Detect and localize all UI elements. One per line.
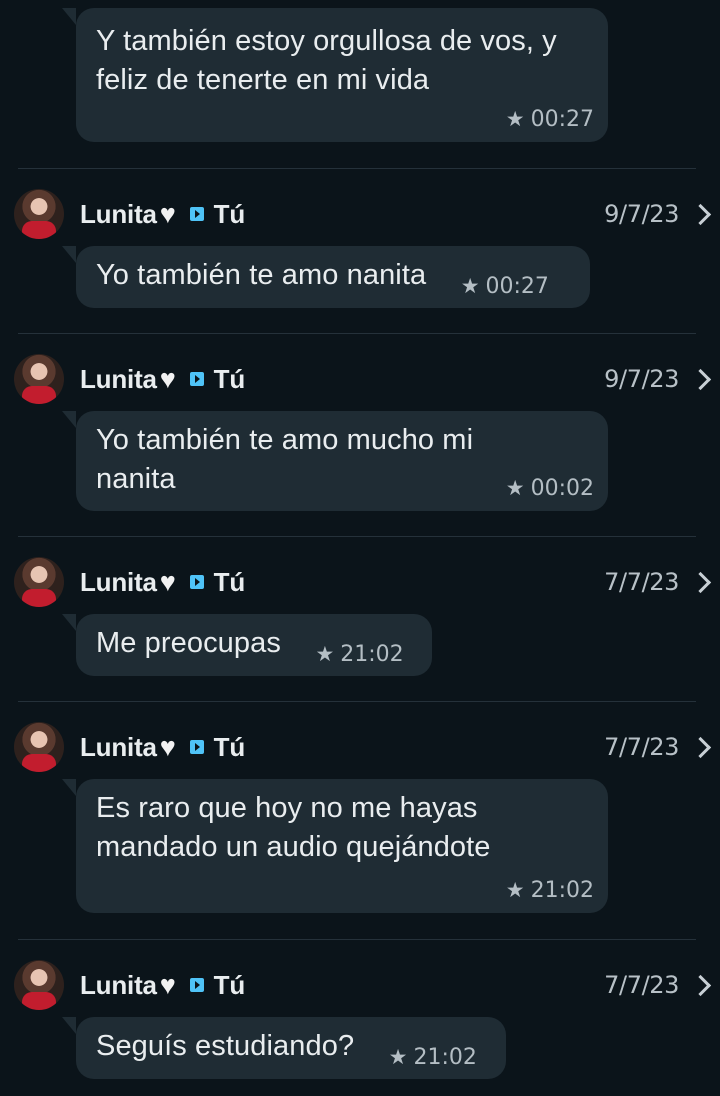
chevron-right-icon[interactable] [689,974,712,996]
white-heart-icon: ♥ [159,363,176,394]
message-bubble[interactable]: Yo también te amo mucho mi nanita ★ 00:0… [62,411,608,511]
message-header[interactable]: Lunita ♥ Tú 7/7/23 [14,719,712,775]
message-text: Yo también te amo mucho mi nanita [96,424,474,495]
recipient-name: Tú [213,363,246,394]
message-bubble[interactable]: Yo también te amo nanita ★ 00:27 [62,246,590,308]
message-header[interactable]: Lunita ♥ Tú 7/7/23 [14,554,712,610]
chevron-right-icon[interactable] [689,203,712,225]
message-text: Seguís estudiando? [96,1030,355,1062]
sender-group: Lunita ♥ Tú [80,970,245,1001]
message-header[interactable]: Lunita ♥ Tú 7/7/23 [14,957,712,1013]
message-date: 7/7/23 [604,971,679,999]
message-date: 7/7/23 [604,568,679,596]
divider [18,701,696,702]
star-icon: ★ [460,274,480,298]
message-text: Yo también te amo nanita [96,259,427,291]
avatar[interactable] [14,557,64,607]
message-time: 21:02 [530,878,594,903]
star-icon: ★ [505,476,525,500]
star-icon: ★ [505,878,525,902]
message-bubble[interactable]: Me preocupas ★ 21:02 [62,614,432,676]
sender-group: Lunita ♥ Tú [80,364,245,395]
message-time: 00:27 [485,274,549,299]
message-text: Me preocupas [96,627,281,659]
avatar[interactable] [14,354,64,404]
message-bubble[interactable]: Y también estoy orgullosa de vos, y feli… [62,8,608,142]
sender-name: Lunita [80,363,157,394]
white-heart-icon: ♥ [159,566,176,597]
forward-arrow-icon [189,978,204,992]
message-meta: ★ 21:02 [389,1045,477,1070]
message-header[interactable]: Lunita ♥ Tú 9/7/23 [14,186,712,242]
message-date: 9/7/23 [604,365,679,393]
message-text: Y también estoy orgullosa de vos, y feli… [96,25,557,96]
message-bubble[interactable]: Seguís estudiando? ★ 21:02 [62,1017,506,1079]
sender-name: Lunita [80,969,157,1000]
chevron-right-icon[interactable] [689,571,712,593]
message-time: 00:02 [530,476,594,501]
message-meta: ★ 00:27 [506,107,594,132]
forward-arrow-icon [189,575,204,589]
divider [18,939,696,940]
star-icon: ★ [505,107,525,131]
message-meta: ★ 21:02 [506,878,594,903]
sender-name: Lunita [80,731,157,762]
forward-arrow-icon [189,207,204,221]
forward-arrow-icon [189,740,204,754]
avatar[interactable] [14,960,64,1010]
recipient-name: Tú [213,566,246,597]
message-date: 7/7/23 [604,733,679,761]
sender-name: Lunita [80,566,157,597]
message-meta: ★ 00:02 [506,476,594,501]
message-date: 9/7/23 [604,200,679,228]
star-icon: ★ [388,1045,408,1069]
recipient-name: Tú [213,969,246,1000]
sender-group: Lunita ♥ Tú [80,567,245,598]
white-heart-icon: ♥ [159,969,176,1000]
recipient-name: Tú [213,198,246,229]
message-meta: ★ 00:27 [461,274,549,299]
sender-group: Lunita ♥ Tú [80,732,245,763]
sender-group: Lunita ♥ Tú [80,199,245,230]
avatar[interactable] [14,722,64,772]
forward-arrow-icon [189,372,204,386]
message-time: 21:02 [413,1045,477,1070]
white-heart-icon: ♥ [159,731,176,762]
star-icon: ★ [315,642,335,666]
sender-name: Lunita [80,198,157,229]
message-meta: ★ 21:02 [315,642,403,667]
divider [18,168,696,169]
message-time: 00:27 [530,107,594,132]
white-heart-icon: ♥ [159,198,176,229]
chevron-right-icon[interactable] [689,368,712,390]
message-header[interactable]: Lunita ♥ Tú 9/7/23 [14,351,712,407]
avatar[interactable] [14,189,64,239]
message-text: Es raro que hoy no me hayas mandado un a… [96,792,491,863]
recipient-name: Tú [213,731,246,762]
divider [18,536,696,537]
message-bubble[interactable]: Es raro que hoy no me hayas mandado un a… [62,779,608,913]
divider [18,333,696,334]
chevron-right-icon[interactable] [689,736,712,758]
message-time: 21:02 [340,642,404,667]
